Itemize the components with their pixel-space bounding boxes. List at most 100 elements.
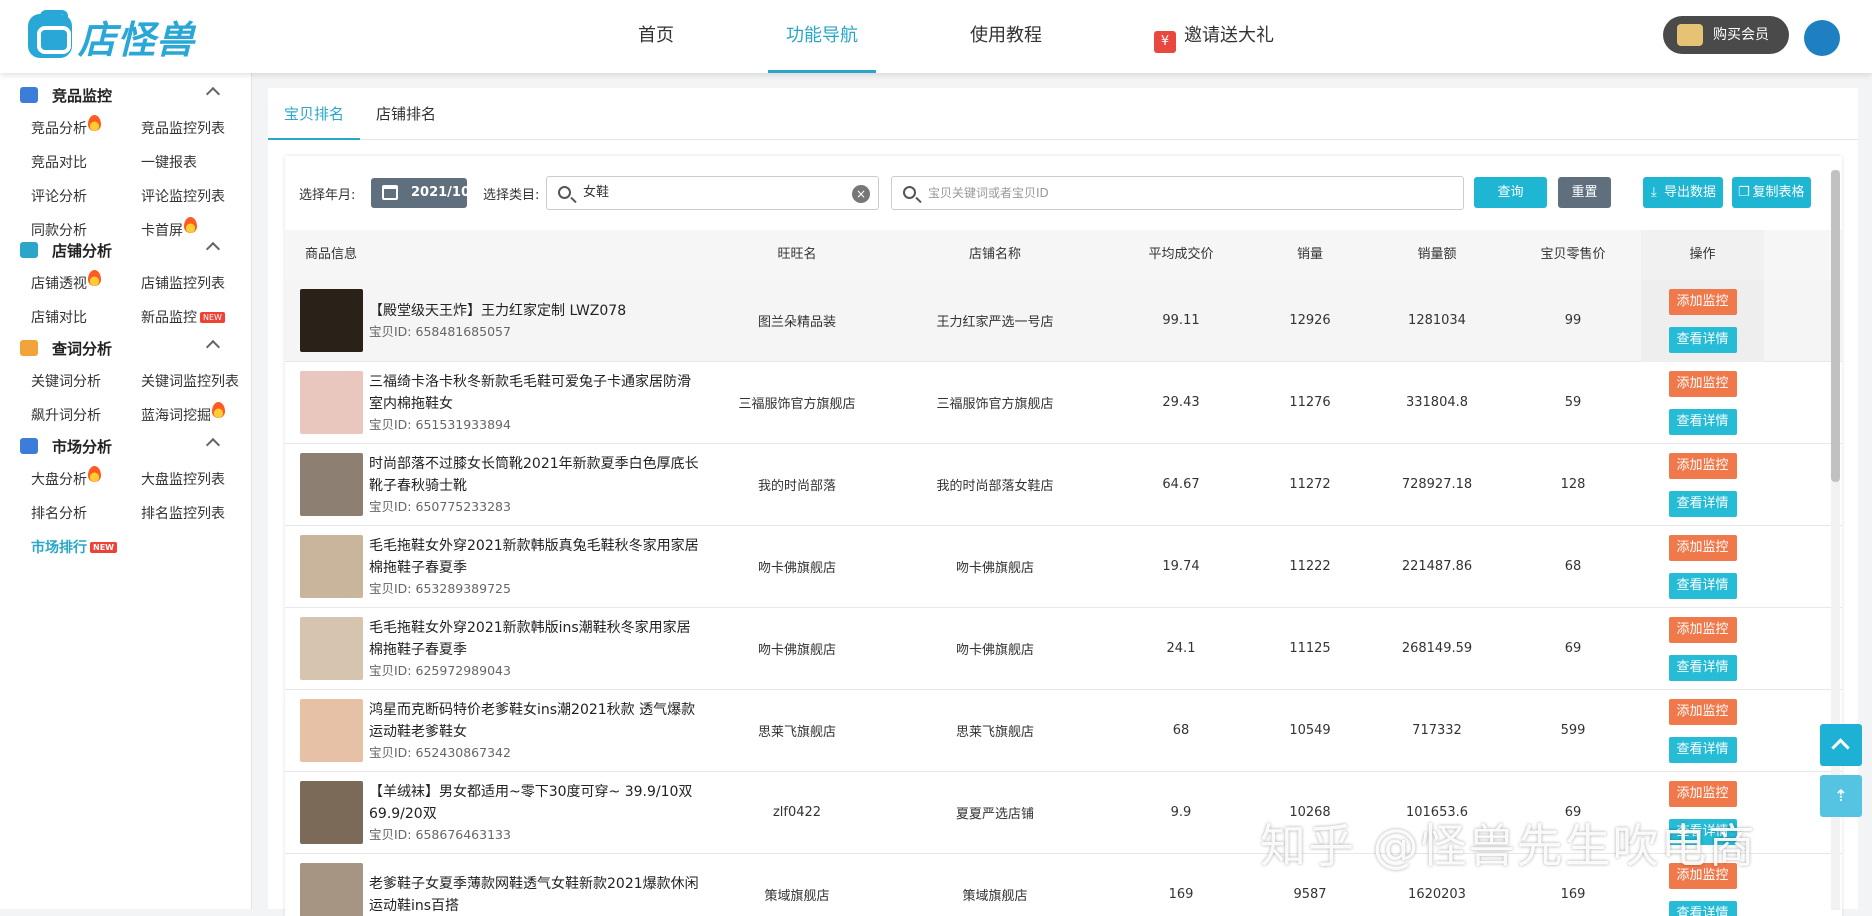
category-select[interactable]: 女鞋 × bbox=[546, 176, 879, 210]
row-actions: 添加监控查看详情 bbox=[1641, 444, 1764, 526]
product-title[interactable]: 老爹鞋子女夏季薄款网鞋透气女鞋新款2021爆款休闲运动鞋ins百搭 bbox=[369, 873, 699, 916]
product-title[interactable]: 【羊绒袜】男女都适用~零下30度可穿~ 39.9/10双 69.9/20双 bbox=[369, 781, 699, 825]
product-title[interactable]: 毛毛拖鞋女外穿2021新款韩版真兔毛鞋秋冬家用家居棉拖鞋子春夏季 bbox=[369, 535, 699, 579]
retail-price: 59 bbox=[1505, 395, 1641, 410]
sidebar-item[interactable]: 竞品对比 bbox=[31, 146, 141, 180]
product-title[interactable]: 三福绮卡洛卡秋冬新款毛毛鞋可爱兔子卡通家居防滑室内棉拖鞋女 bbox=[369, 371, 699, 415]
keyword-search-input[interactable]: 宝贝关键词或者宝贝ID bbox=[891, 176, 1464, 210]
product-thumbnail[interactable] bbox=[300, 781, 363, 844]
add-monitor-button[interactable]: 添加监控 bbox=[1669, 289, 1737, 315]
add-monitor-button[interactable]: 添加监控 bbox=[1669, 699, 1737, 725]
sidebar-item[interactable]: 关键词监控列表 bbox=[141, 365, 261, 399]
chevron-up-icon[interactable] bbox=[206, 438, 220, 452]
clear-icon[interactable]: × bbox=[852, 185, 870, 203]
avatar[interactable] bbox=[1804, 20, 1840, 56]
sidebar-section-header[interactable]: 店铺分析 bbox=[0, 233, 252, 267]
col-shop[interactable]: 店铺名称 bbox=[879, 230, 1111, 280]
sidebar-item[interactable]: 市场排行NEW bbox=[31, 531, 141, 565]
table-row[interactable]: 【殿堂级天王炸】王力红家定制 LWZ078宝贝ID: 658481685057图… bbox=[285, 280, 1842, 362]
nav-tutorial[interactable]: 使用教程 bbox=[952, 0, 1060, 73]
col-avg-price[interactable]: 平均成交价 bbox=[1111, 230, 1251, 280]
chevron-up-icon[interactable] bbox=[206, 242, 220, 256]
sidebar-item[interactable]: 蓝海词挖掘 bbox=[141, 399, 261, 433]
copy-table-button[interactable]: ❐复制表格 bbox=[1732, 177, 1811, 208]
product-title[interactable]: 时尚部落不过膝女长筒靴2021年新款夏季白色厚底长靴子春秋骑士靴 bbox=[369, 453, 699, 497]
reset-button[interactable]: 重置 bbox=[1558, 177, 1611, 208]
sales-count: 11222 bbox=[1251, 559, 1369, 574]
sidebar-section-header[interactable]: 竞品监控 bbox=[0, 78, 252, 112]
chevron-up-icon[interactable] bbox=[206, 340, 220, 354]
tab-shop-ranking[interactable]: 店铺排名 bbox=[360, 88, 452, 139]
view-details-button[interactable]: 查看详情 bbox=[1669, 327, 1737, 353]
product-thumbnail[interactable] bbox=[300, 699, 363, 762]
query-button[interactable]: 查询 bbox=[1474, 177, 1547, 208]
add-monitor-button[interactable]: 添加监控 bbox=[1669, 617, 1737, 643]
product-thumbnail[interactable] bbox=[300, 863, 363, 916]
chevron-up-icon[interactable] bbox=[206, 87, 220, 101]
view-details-button[interactable]: 查看详情 bbox=[1669, 409, 1737, 435]
sidebar-item[interactable]: 竞品监控列表 bbox=[141, 112, 261, 146]
view-details-button[interactable]: 查看详情 bbox=[1669, 655, 1737, 681]
product-thumbnail[interactable] bbox=[300, 289, 363, 352]
sidebar-item[interactable]: 评论分析 bbox=[31, 180, 141, 214]
col-retail-price[interactable]: 宝贝零售价 bbox=[1505, 230, 1641, 280]
logo[interactable]: 店怪兽 bbox=[28, 12, 195, 60]
table-row[interactable]: 时尚部落不过膝女长筒靴2021年新款夏季白色厚底长靴子春秋骑士靴宝贝ID: 65… bbox=[285, 444, 1842, 526]
tab-item-ranking[interactable]: 宝贝排名 bbox=[268, 88, 360, 139]
back-to-top-button[interactable]: ⇡ bbox=[1820, 775, 1862, 817]
scroll-up-button[interactable] bbox=[1820, 724, 1862, 766]
add-monitor-button[interactable]: 添加监控 bbox=[1669, 371, 1737, 397]
view-details-button[interactable]: 查看详情 bbox=[1669, 901, 1737, 916]
section-icon bbox=[20, 340, 38, 356]
sidebar-item[interactable]: 排名监控列表 bbox=[141, 497, 261, 531]
table-row[interactable]: 三福绮卡洛卡秋冬新款毛毛鞋可爱兔子卡通家居防滑室内棉拖鞋女宝贝ID: 65153… bbox=[285, 362, 1842, 444]
sidebar-item[interactable]: 店铺对比 bbox=[31, 301, 141, 335]
export-data-button[interactable]: ⤓导出数据 bbox=[1643, 177, 1723, 208]
sidebar-item[interactable]: 店铺监控列表 bbox=[141, 267, 261, 301]
calendar-icon bbox=[382, 185, 398, 200]
sidebar-item[interactable]: 大盘分析 bbox=[31, 463, 141, 497]
col-amount[interactable]: 销量额 bbox=[1369, 230, 1505, 280]
sidebar-item[interactable]: 店铺透视 bbox=[31, 267, 141, 301]
product-title[interactable]: 鸿星而克断码特价老爹鞋女ins潮2021秋款 透气爆款运动鞋老爹鞋女 bbox=[369, 699, 699, 743]
add-monitor-button[interactable]: 添加监控 bbox=[1669, 535, 1737, 561]
view-details-button[interactable]: 查看详情 bbox=[1669, 573, 1737, 599]
sidebar-item[interactable]: 排名分析 bbox=[31, 497, 141, 531]
table-row[interactable]: 毛毛拖鞋女外穿2021新款韩版真兔毛鞋秋冬家用家居棉拖鞋子春夏季宝贝ID: 65… bbox=[285, 526, 1842, 608]
col-product[interactable]: 商品信息 bbox=[285, 230, 715, 280]
scrollbar-thumb[interactable] bbox=[1831, 170, 1840, 482]
product-title[interactable]: 毛毛拖鞋女外穿2021新款韩版ins潮鞋秋冬家用家居棉拖鞋子春夏季 bbox=[369, 617, 699, 661]
category-value: 女鞋 bbox=[583, 185, 609, 200]
table-row[interactable]: 鸿星而克断码特价老爹鞋女ins潮2021秋款 透气爆款运动鞋老爹鞋女宝贝ID: … bbox=[285, 690, 1842, 772]
product-thumbnail[interactable] bbox=[300, 617, 363, 680]
sidebar-item[interactable]: 一键报表 bbox=[141, 146, 261, 180]
nav-home[interactable]: 首页 bbox=[620, 0, 692, 73]
nav-invite[interactable]: ¥邀请送大礼 bbox=[1136, 0, 1292, 73]
table-row[interactable]: 毛毛拖鞋女外穿2021新款韩版ins潮鞋秋冬家用家居棉拖鞋子春夏季宝贝ID: 6… bbox=[285, 608, 1842, 690]
sales-count: 11125 bbox=[1251, 641, 1369, 656]
buy-membership-button[interactable]: 购买会员 bbox=[1663, 16, 1789, 54]
col-sales[interactable]: 销量 bbox=[1251, 230, 1369, 280]
sidebar-item[interactable]: 评论监控列表 bbox=[141, 180, 261, 214]
product-thumbnail[interactable] bbox=[300, 371, 363, 434]
month-picker[interactable]: 2021/10 bbox=[371, 178, 467, 208]
sidebar-item[interactable]: 竞品分析 bbox=[31, 112, 141, 146]
col-wangwang[interactable]: 旺旺名 bbox=[715, 230, 879, 280]
sidebar-section-header[interactable]: 查词分析 bbox=[0, 331, 252, 365]
view-details-button[interactable]: 查看详情 bbox=[1669, 491, 1737, 517]
add-monitor-button[interactable]: 添加监控 bbox=[1669, 453, 1737, 479]
product-thumbnail[interactable] bbox=[300, 453, 363, 516]
sidebar-item[interactable]: 关键词分析 bbox=[31, 365, 141, 399]
product-title[interactable]: 【殿堂级天王炸】王力红家定制 LWZ078 bbox=[369, 300, 699, 322]
month-value: 2021/10 bbox=[411, 185, 470, 200]
view-details-button[interactable]: 查看详情 bbox=[1669, 737, 1737, 763]
add-monitor-button[interactable]: 添加监控 bbox=[1669, 781, 1737, 807]
sidebar-section-title: 竞品监控 bbox=[52, 85, 112, 106]
nav-features[interactable]: 功能导航 bbox=[768, 0, 876, 73]
sidebar-item[interactable]: 飙升词分析 bbox=[31, 399, 141, 433]
product-info: 毛毛拖鞋女外穿2021新款韩版真兔毛鞋秋冬家用家居棉拖鞋子春夏季宝贝ID: 65… bbox=[285, 526, 715, 608]
sidebar-item[interactable]: 新品监控NEW bbox=[141, 301, 261, 335]
sidebar-item[interactable]: 大盘监控列表 bbox=[141, 463, 261, 497]
product-thumbnail[interactable] bbox=[300, 535, 363, 598]
sidebar-section-header[interactable]: 市场分析 bbox=[0, 429, 252, 463]
